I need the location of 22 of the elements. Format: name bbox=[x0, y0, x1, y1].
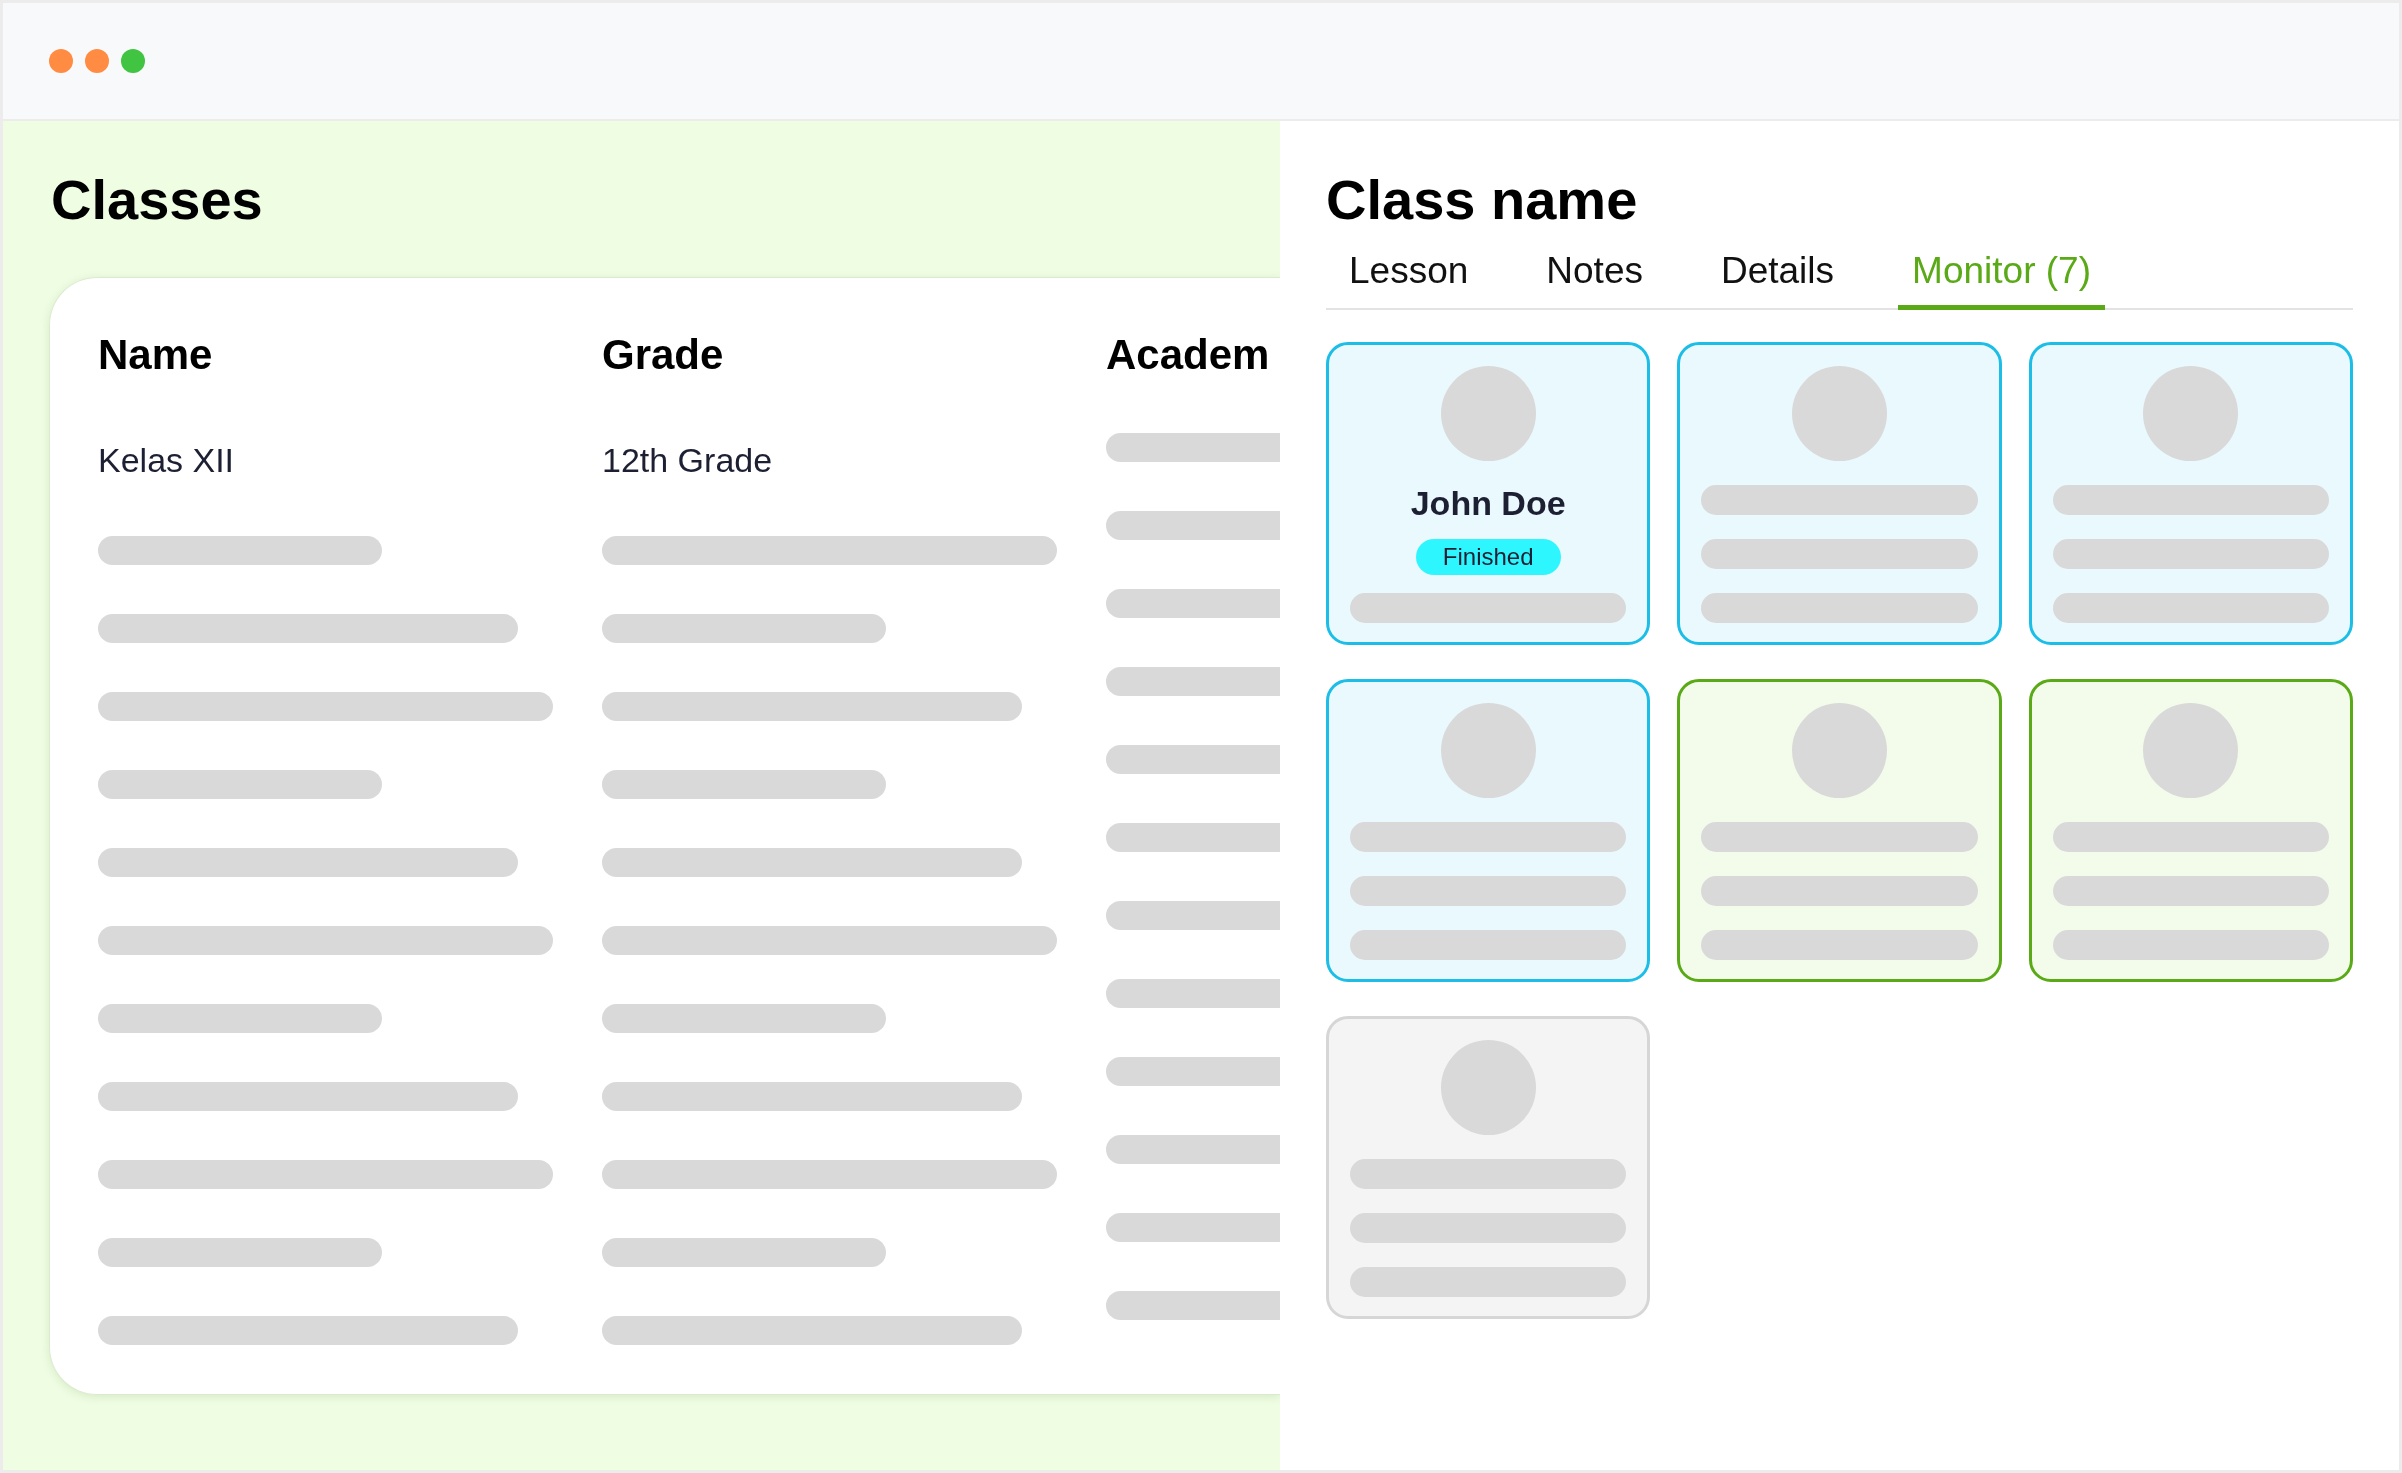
tab[interactable]: Notes bbox=[1532, 236, 1657, 310]
window-control-icon[interactable] bbox=[85, 49, 109, 73]
table-cell: Kelas XII bbox=[98, 443, 235, 477]
panel-title: Classes bbox=[51, 172, 263, 228]
tab[interactable]: Details bbox=[1706, 236, 1849, 310]
student-card[interactable] bbox=[1326, 1016, 1651, 1319]
student-card[interactable] bbox=[1677, 679, 2002, 982]
tab[interactable]: Lesson bbox=[1335, 236, 1483, 310]
column-header: Academ bbox=[1106, 334, 1270, 376]
column-header: Name bbox=[98, 334, 213, 376]
student-card[interactable] bbox=[1326, 679, 1651, 982]
status-badge: Finished bbox=[1415, 539, 1561, 575]
table-cell: 12th Grade bbox=[602, 443, 773, 477]
student-card[interactable] bbox=[2028, 342, 2353, 645]
student-card[interactable] bbox=[2028, 679, 2353, 982]
student-card[interactable]: John Doe Finished bbox=[1326, 342, 1651, 645]
window-control-icon[interactable] bbox=[49, 49, 73, 73]
panel-title: Class name bbox=[1326, 172, 1638, 228]
window-control-icon[interactable] bbox=[121, 49, 145, 73]
student-card[interactable] bbox=[1677, 342, 2002, 645]
column-header: Grade bbox=[602, 334, 724, 376]
student-name: John Doe bbox=[1410, 483, 1566, 523]
